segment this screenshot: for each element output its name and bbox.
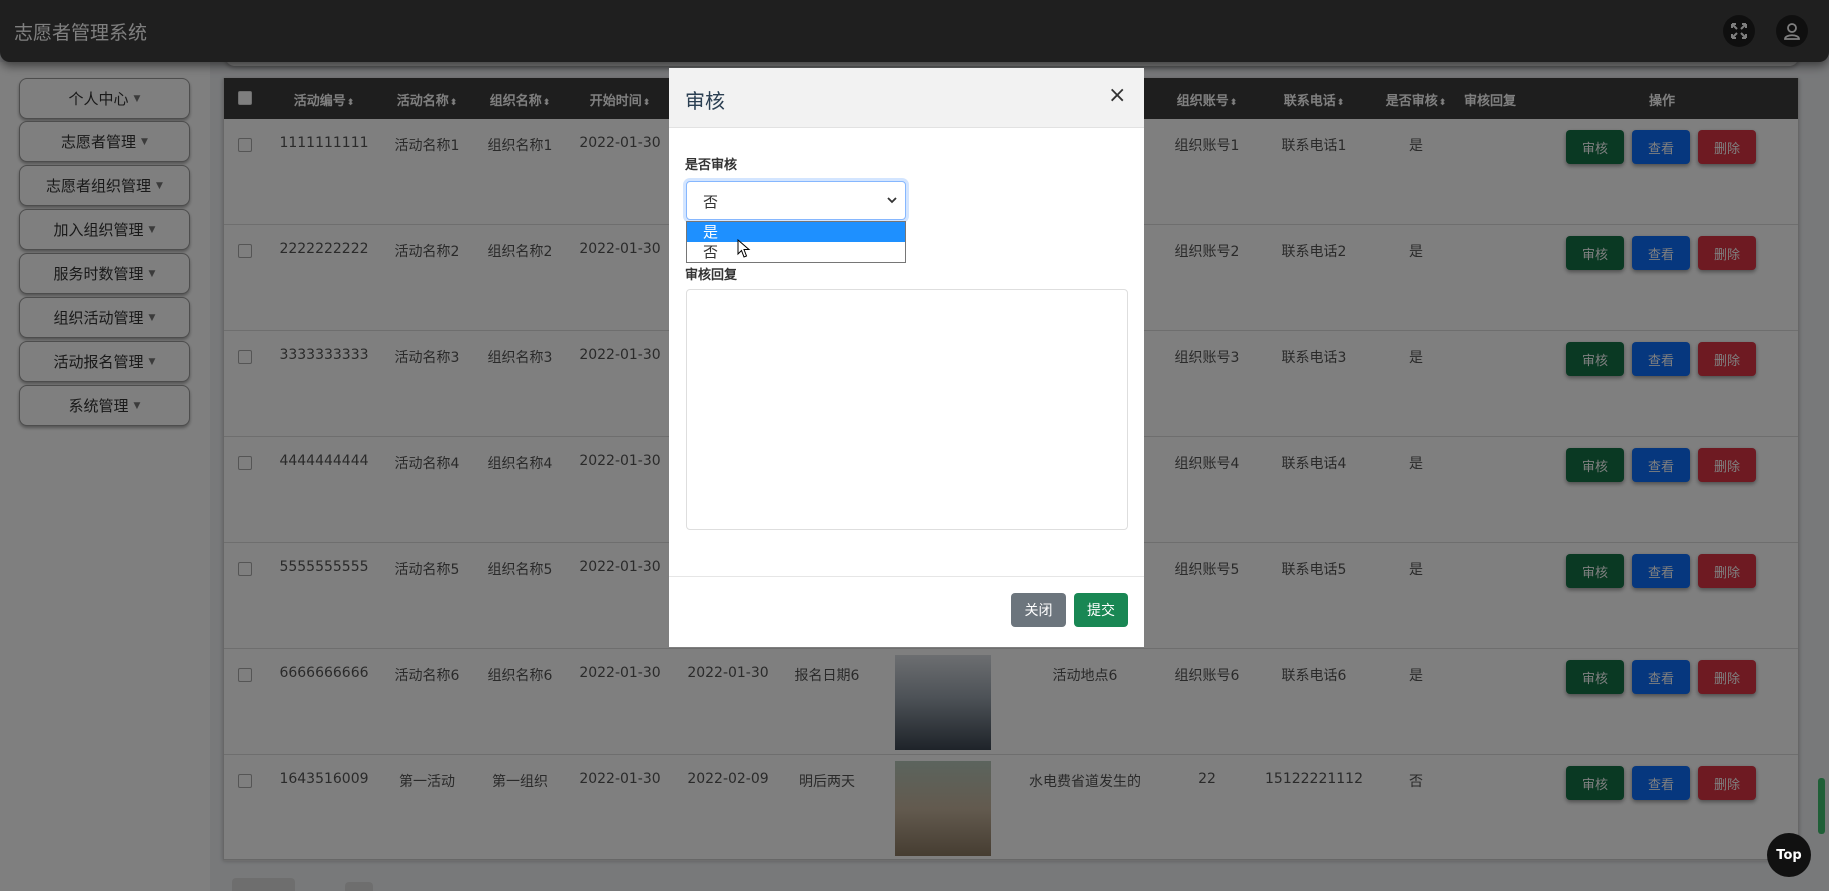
audit-modal: 审核 × 是否审核 否 是 否 审核回复 关闭 提交 (669, 68, 1144, 647)
modal-footer: 关闭 提交 (669, 576, 1144, 647)
select-options-list: 是 否 (686, 221, 906, 263)
audited-select[interactable]: 否 (686, 181, 906, 220)
mouse-cursor-icon (737, 239, 751, 258)
chevron-down-icon (887, 197, 897, 204)
submit-button[interactable]: 提交 (1074, 593, 1128, 627)
close-button[interactable]: 关闭 (1011, 593, 1066, 627)
select-value: 否 (703, 193, 719, 211)
page: 志愿者管理系统 个人中心▼ 志愿者管理▼ 志愿者组织管理▼ 加入组织管理▼ 服务… (0, 0, 1829, 891)
reply-textarea[interactable] (686, 289, 1128, 530)
close-icon[interactable]: × (1108, 83, 1126, 108)
modal-title: 审核 (685, 89, 725, 113)
reply-field-label: 审核回复 (685, 268, 738, 283)
modal-header: 审核 × (669, 68, 1144, 128)
audited-field-label: 是否审核 (685, 158, 738, 173)
option-yes[interactable]: 是 (687, 222, 905, 242)
option-no[interactable]: 否 (687, 242, 905, 262)
back-to-top-button[interactable]: Top (1767, 833, 1811, 877)
